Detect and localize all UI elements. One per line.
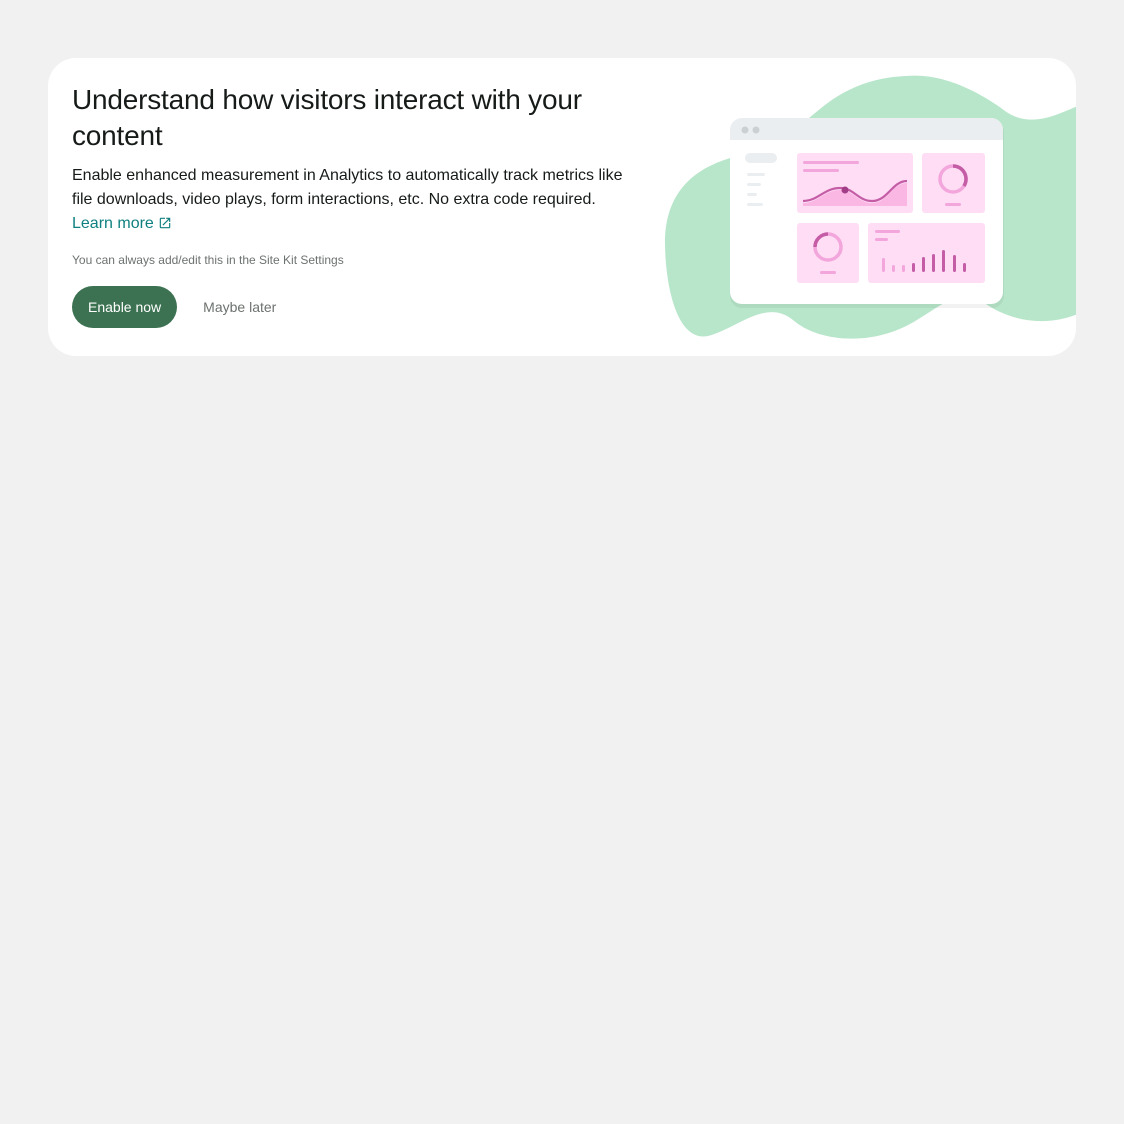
maybe-later-button[interactable]: Maybe later (187, 286, 292, 328)
analytics-dashboard-illustration (664, 75, 1076, 339)
banner-actions: Enable now Maybe later (72, 286, 632, 328)
banner-description: Enable enhanced measurement in Analytics… (72, 164, 628, 238)
banner-title: Understand how visitors interact with yo… (72, 84, 582, 151)
banner-content: Understand how visitors interact with yo… (72, 82, 632, 328)
browser-window-illustration (730, 118, 1004, 308)
external-link-icon (158, 214, 172, 238)
enable-now-button[interactable]: Enable now (72, 286, 178, 328)
learn-more-link[interactable]: Learn more (72, 215, 172, 232)
banner-description-text: Enable enhanced measurement in Analytics… (72, 167, 623, 208)
enhanced-measurement-banner: Understand how visitors interact with yo… (48, 58, 1076, 356)
help-text: You can always add/edit this in the Site… (72, 253, 344, 267)
learn-more-label: Learn more (72, 215, 154, 232)
